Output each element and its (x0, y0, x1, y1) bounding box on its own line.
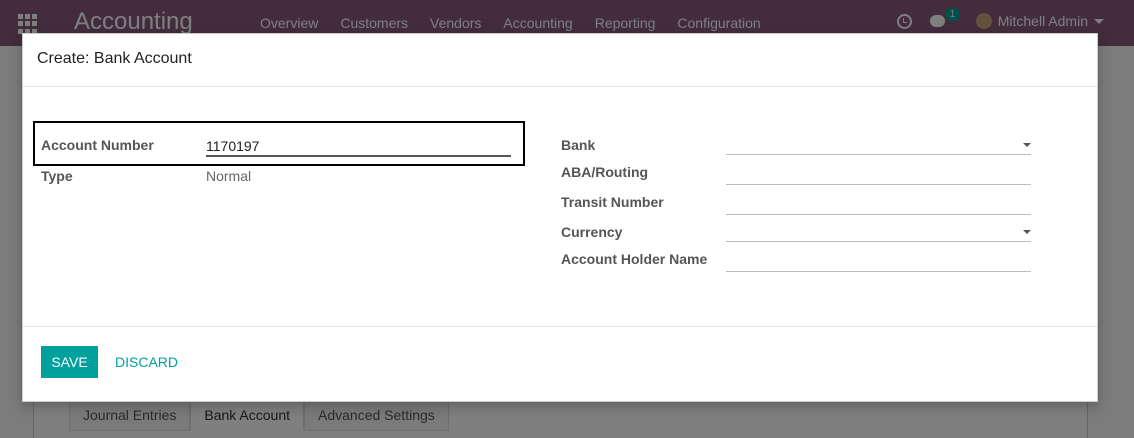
dropdown-arrow-icon (1023, 230, 1031, 234)
transit-number-input[interactable] (726, 195, 1031, 215)
bank-label: Bank (561, 137, 596, 153)
account-number-value: 1170197 (206, 138, 260, 154)
account-number-label: Account Number (41, 137, 154, 153)
dropdown-arrow-icon (1023, 143, 1031, 147)
transit-number-label: Transit Number (561, 194, 664, 210)
dialog-footer: SAVE DISCARD (23, 327, 1097, 401)
discard-button[interactable]: DISCARD (115, 346, 178, 378)
currency-select[interactable] (726, 222, 1031, 242)
currency-label: Currency (561, 224, 623, 240)
dialog-title: Create: Bank Account (37, 50, 192, 67)
account-number-input[interactable]: 1170197 (206, 137, 511, 157)
aba-routing-input[interactable] (726, 165, 1031, 185)
account-holder-name-label: Account Holder Name (561, 251, 708, 267)
type-value: Normal (206, 168, 252, 184)
type-label: Type (41, 168, 73, 184)
account-holder-name-input[interactable] (726, 252, 1031, 272)
aba-routing-label: ABA/Routing (561, 164, 649, 180)
dialog-header: Create: Bank Account (23, 34, 1097, 87)
dialog-body: Account Number 1170197 Type Normal Bank … (23, 87, 1097, 327)
bank-account-dialog: Create: Bank Account Account Number 1170… (22, 33, 1098, 402)
bank-select[interactable] (726, 135, 1031, 155)
save-button[interactable]: SAVE (41, 346, 98, 378)
